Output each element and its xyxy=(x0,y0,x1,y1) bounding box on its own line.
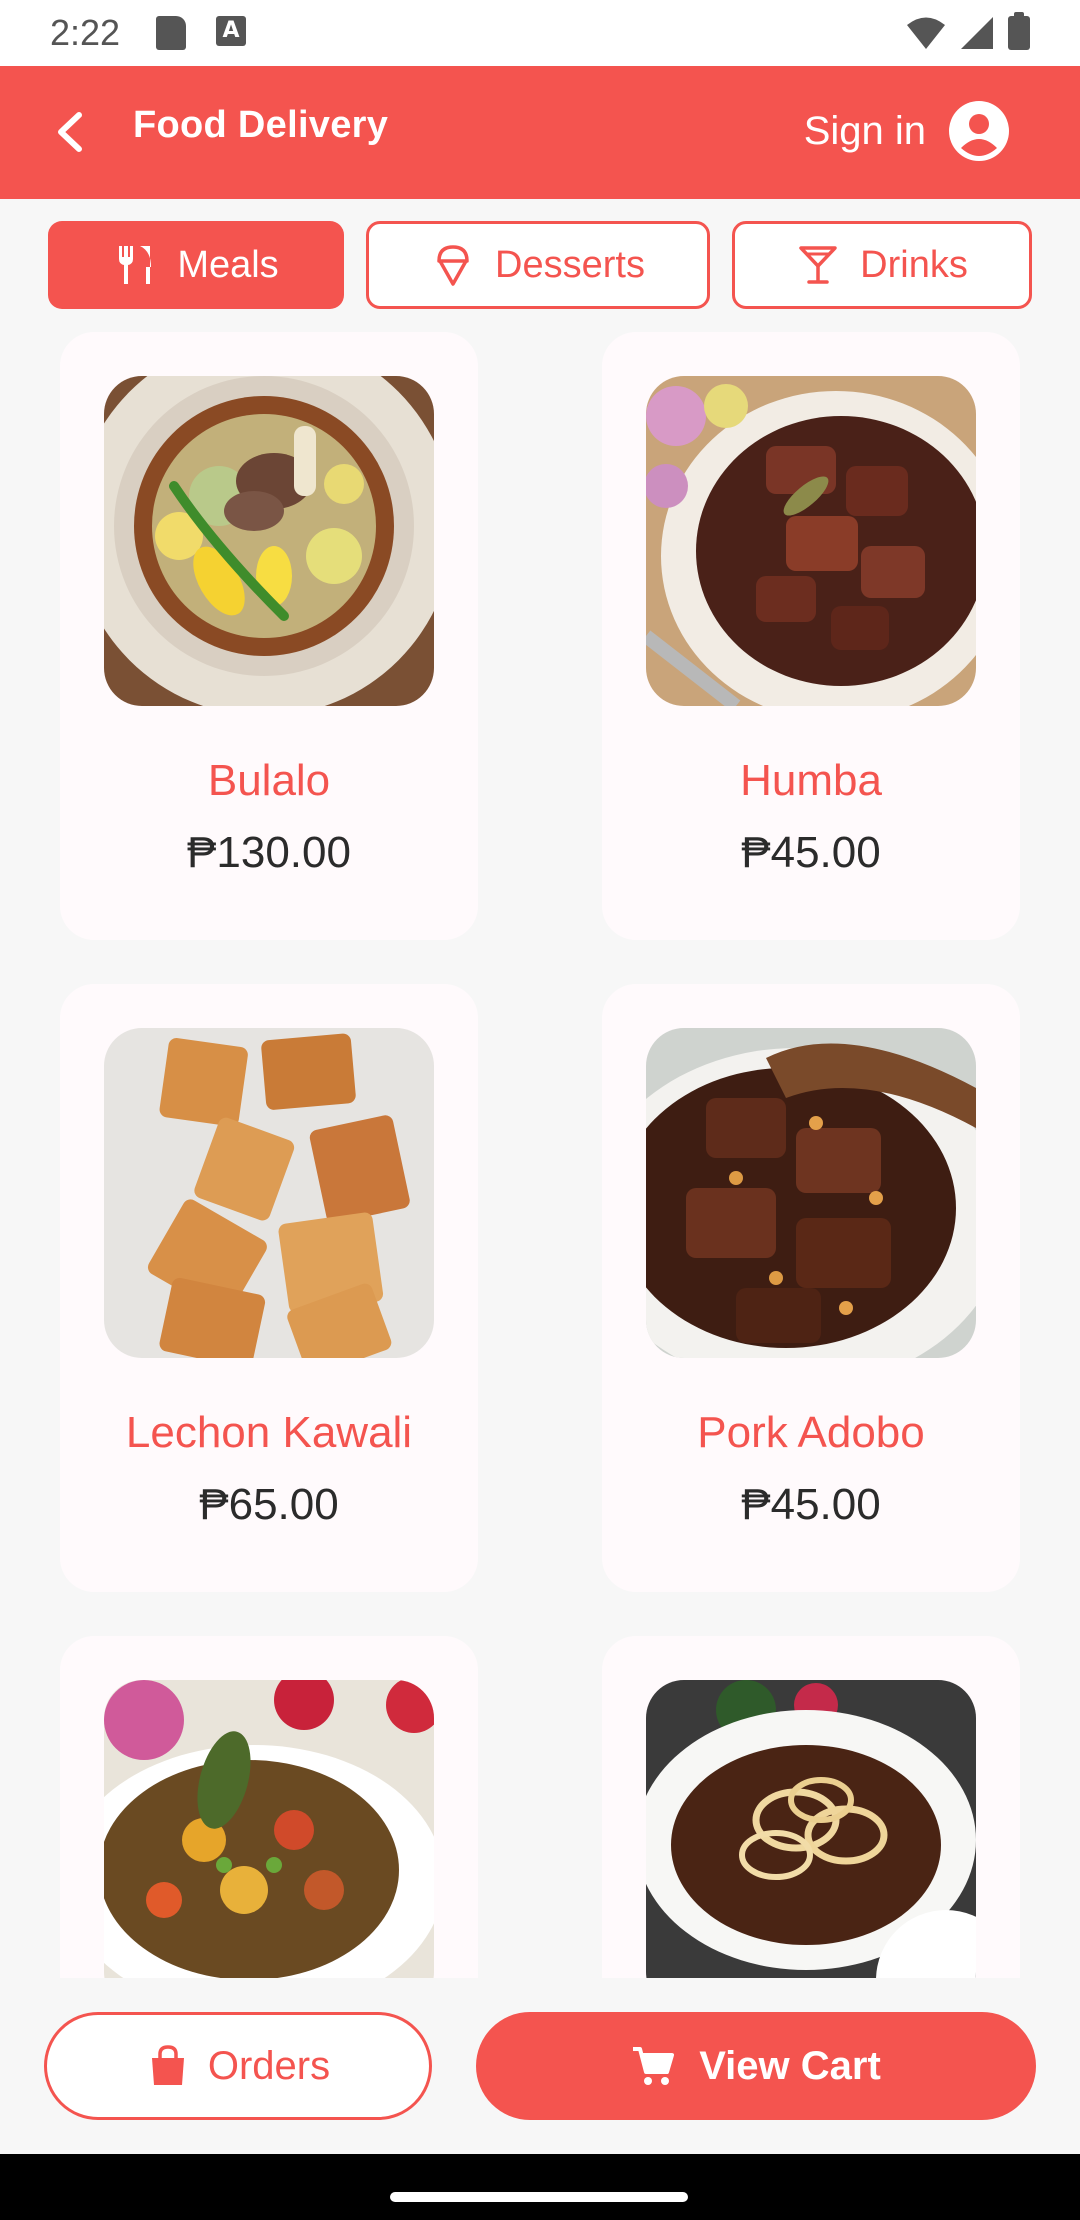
category-tabs: Meals Desserts Drinks xyxy=(48,221,1032,309)
item-price: ₱45.00 xyxy=(741,1480,881,1529)
battery-icon xyxy=(1008,12,1030,50)
orders-label: Orders xyxy=(207,2043,331,2088)
item-name: Bulalo xyxy=(207,756,331,805)
menu-card-bulalo[interactable]: Bulalo ₱130.00 xyxy=(60,332,478,940)
item-price: ₱65.00 xyxy=(199,1480,339,1529)
item-price: ₱130.00 xyxy=(187,828,351,877)
item-name: Humba xyxy=(740,756,882,805)
shopping-bag-icon xyxy=(151,2045,184,2085)
food-image-humba xyxy=(646,376,976,706)
food-image-pork-adobo xyxy=(646,1028,976,1358)
item-price: ₱45.00 xyxy=(741,828,881,877)
a-badge-icon: A xyxy=(216,16,246,46)
back-button[interactable] xyxy=(40,102,100,162)
fork-knife-icon xyxy=(119,246,152,284)
menu-card-5[interactable] xyxy=(60,1636,478,1978)
view-cart-label: View Cart xyxy=(699,2043,881,2088)
signal-icon xyxy=(961,17,993,49)
bottom-action-bar: Orders View Cart xyxy=(0,1990,1080,2120)
item-name: Lechon Kawali xyxy=(125,1408,413,1457)
shopping-cart-icon xyxy=(633,2047,675,2085)
status-bar: 2:22 A xyxy=(0,0,1080,66)
app-bar: Food Delivery Sign in xyxy=(0,66,1080,199)
tab-meals[interactable]: Meals xyxy=(48,221,344,309)
system-nav-bar xyxy=(0,2154,1080,2220)
food-image-bulalo xyxy=(104,376,434,706)
app-title: Food Delivery xyxy=(133,104,389,146)
back-arrow-icon xyxy=(58,112,82,152)
tab-desserts-label: Desserts xyxy=(495,243,645,286)
menu-card-6[interactable] xyxy=(602,1636,1020,1978)
food-image-bistek xyxy=(646,1680,976,1978)
status-system-icons xyxy=(906,12,1030,50)
wifi-icon xyxy=(907,17,945,49)
status-time: 2:22 xyxy=(50,12,121,53)
ice-cream-icon xyxy=(437,245,469,286)
home-handle[interactable] xyxy=(390,2192,688,2202)
tab-drinks-label: Drinks xyxy=(860,243,968,286)
menu-card-lechon-kawali[interactable]: Lechon Kawali ₱65.00 xyxy=(60,984,478,1592)
menu-card-humba[interactable]: Humba ₱45.00 xyxy=(602,332,1020,940)
sign-in-label: Sign in xyxy=(803,108,926,153)
tab-drinks[interactable]: Drinks xyxy=(732,221,1032,309)
food-image-lechon-kawali xyxy=(104,1028,434,1358)
cocktail-icon xyxy=(799,246,837,284)
orders-button[interactable]: Orders xyxy=(44,2012,432,2120)
account-circle-icon xyxy=(949,101,1009,161)
status-notification-icons: A xyxy=(156,16,246,50)
menu-grid: Bulalo ₱130.00 Humba ₱45.00 Lechon Kawal… xyxy=(0,328,1080,1978)
item-name: Pork Adobo xyxy=(697,1408,925,1457)
menu-card-pork-adobo[interactable]: Pork Adobo ₱45.00 xyxy=(602,984,1020,1592)
tab-desserts[interactable]: Desserts xyxy=(366,221,710,309)
food-image-menudo xyxy=(104,1680,434,1978)
sign-in-button[interactable]: Sign in xyxy=(804,100,1010,162)
tab-meals-label: Meals xyxy=(177,243,279,286)
sd-card-icon xyxy=(156,16,186,50)
view-cart-button[interactable]: View Cart xyxy=(476,2012,1036,2120)
